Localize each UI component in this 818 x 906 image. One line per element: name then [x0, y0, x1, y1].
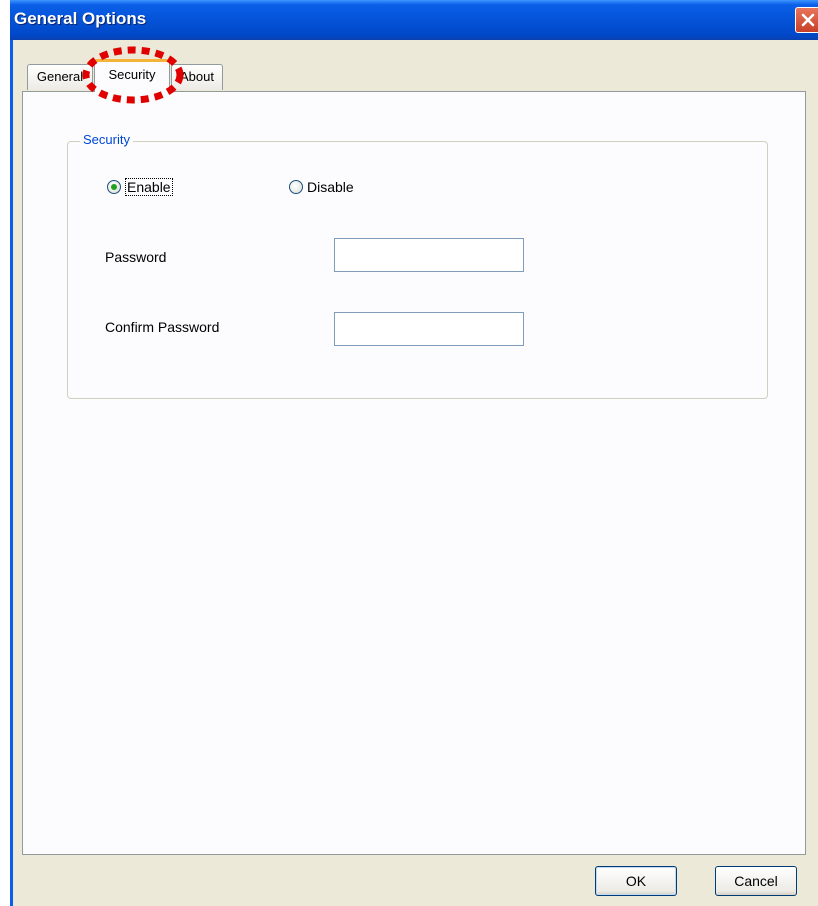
close-button[interactable] — [795, 7, 818, 33]
enable-radio[interactable] — [107, 180, 121, 194]
confirm-password-label: Confirm Password — [105, 319, 220, 335]
tab-panel: Security Enable Disable Password Confirm… — [22, 91, 806, 855]
groupbox-title: Security — [80, 132, 133, 147]
cancel-button[interactable]: Cancel — [715, 866, 797, 896]
general-options-dialog: General Options General Security About S… — [10, 0, 818, 906]
security-groupbox: Security Enable Disable Password Confirm… — [67, 132, 768, 399]
ok-button[interactable]: OK — [595, 866, 677, 896]
tab-security[interactable]: Security — [94, 59, 170, 92]
window-frame — [10, 40, 13, 906]
confirm-password-field[interactable] — [334, 312, 524, 346]
password-label: Password — [105, 249, 167, 265]
enable-label[interactable]: Enable — [125, 178, 173, 196]
disable-label[interactable]: Disable — [307, 179, 354, 195]
tab-about[interactable]: About — [171, 64, 223, 90]
password-field[interactable] — [334, 238, 524, 272]
close-icon — [801, 13, 815, 27]
disable-radio[interactable] — [289, 180, 303, 194]
window-title: General Options — [14, 9, 147, 28]
tab-general[interactable]: General — [27, 64, 93, 90]
title-bar[interactable]: General Options — [10, 0, 818, 40]
